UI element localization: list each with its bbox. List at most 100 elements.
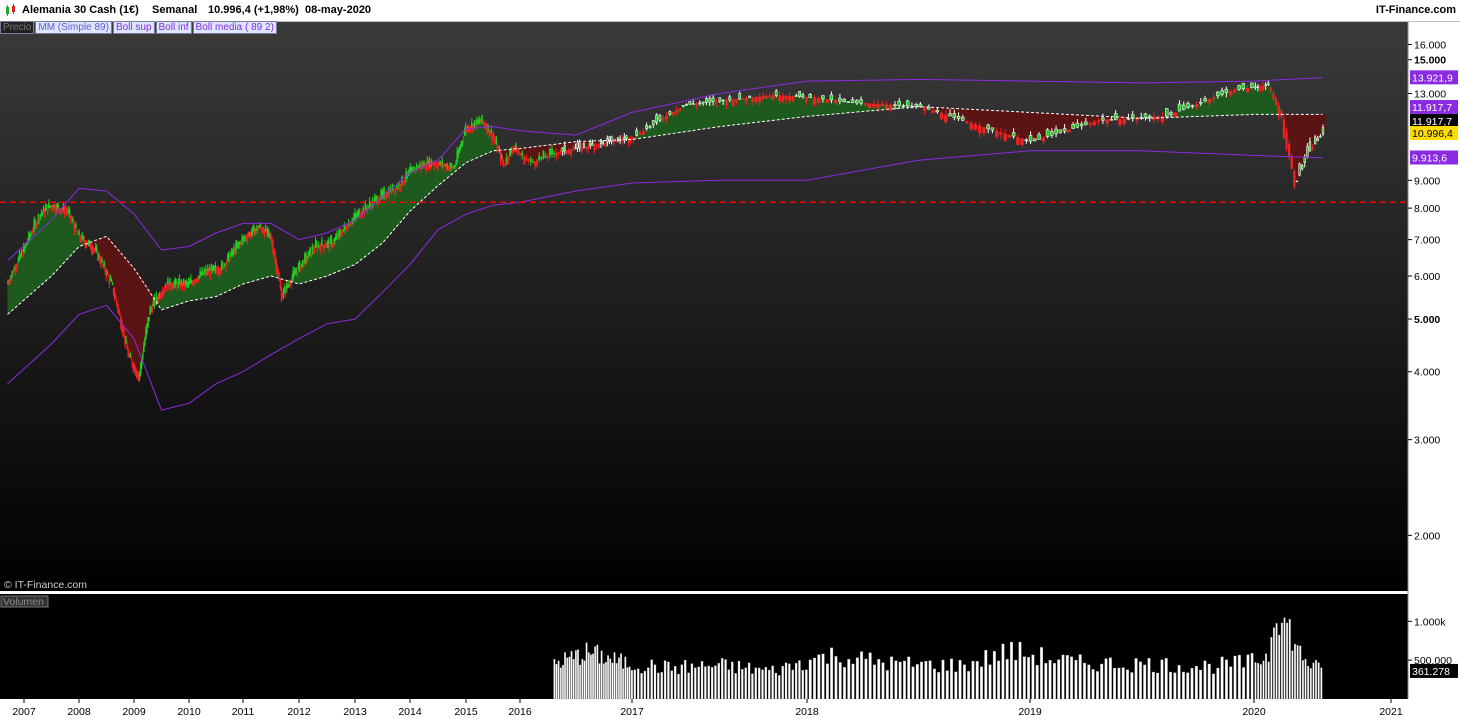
candle-body: [1267, 82, 1270, 85]
candle-body: [1101, 117, 1105, 121]
candle-body: [578, 141, 581, 149]
candle-body: [281, 295, 284, 298]
area-fill: [684, 104, 689, 132]
area-fill: [747, 97, 752, 124]
area-fill: [980, 109, 986, 128]
candle-body: [313, 248, 316, 251]
candle-body: [969, 122, 973, 130]
candle-body: [257, 227, 259, 231]
volume-bar: [650, 659, 653, 700]
candle-body: [175, 281, 178, 285]
candle-body: [1207, 98, 1212, 104]
candle-body: [734, 99, 738, 102]
candle-body: [247, 235, 250, 237]
candle-body: [229, 257, 231, 262]
candle-body: [791, 96, 795, 102]
volume-bar: [1083, 662, 1086, 700]
legend-precio[interactable]: Precio: [0, 21, 35, 34]
candle-body: [661, 118, 665, 120]
candle-body: [576, 142, 579, 149]
volume-bar: [920, 661, 924, 700]
x-tick-label: 2019: [1018, 706, 1042, 718]
y-tick-label: 9.000: [1414, 175, 1440, 187]
candle-body: [240, 242, 242, 246]
volume-bar: [1275, 623, 1278, 700]
area-fill: [1240, 88, 1246, 115]
y-tick-label: 5.000: [1414, 314, 1440, 326]
volume-bar: [1035, 665, 1039, 700]
candle-body: [580, 147, 583, 152]
volume-bar: [660, 672, 663, 700]
x-tick-label: 2008: [67, 706, 91, 718]
candle-body: [914, 104, 918, 107]
volume-bar: [626, 667, 629, 700]
candle-body: [658, 115, 662, 121]
candle-body: [250, 232, 253, 234]
candle-body: [1233, 89, 1237, 92]
candle-body: [328, 243, 331, 249]
candle-body: [279, 282, 282, 288]
candle-body: [501, 159, 504, 163]
area-fill: [584, 141, 588, 147]
candle-body: [728, 96, 732, 101]
candle-body: [846, 101, 851, 103]
candle-body: [897, 100, 901, 106]
candle-body: [812, 97, 817, 105]
candle-body: [876, 103, 880, 109]
price-tag-boll_media: 11.917,7: [1412, 102, 1452, 114]
legend-boll-media[interactable]: Boll media ( 89 2): [192, 21, 277, 34]
candle-body: [1295, 180, 1299, 183]
volume-bar: [559, 667, 562, 700]
area-fill: [1218, 94, 1223, 116]
x-tick-label: 2011: [232, 706, 255, 718]
candle-body: [114, 295, 117, 299]
candle-body: [101, 260, 103, 263]
volume-bar: [607, 655, 610, 700]
candle-body: [259, 223, 261, 227]
candle-body: [161, 291, 164, 296]
volume-bar: [577, 649, 579, 700]
volume-bar: [928, 660, 932, 700]
volume-bar: [1296, 645, 1299, 700]
candle-body: [635, 130, 639, 136]
candle-body: [850, 99, 855, 103]
candle-body: [591, 143, 594, 146]
volume-bar: [838, 662, 842, 700]
volume-bar: [1061, 654, 1065, 700]
candle-body: [918, 103, 923, 107]
candle-body: [111, 283, 114, 285]
candle-body: [97, 253, 99, 261]
candle-body: [274, 253, 276, 260]
volume-bar: [1010, 641, 1013, 700]
volume-bar: [647, 667, 650, 700]
candle-body: [561, 147, 564, 152]
volume-bar: [630, 670, 633, 700]
candle-body: [944, 114, 948, 123]
legend-boll-sup[interactable]: Boll sup: [112, 21, 155, 34]
candle-body: [1045, 129, 1050, 137]
legend-mm[interactable]: MM (Simple 89): [35, 21, 112, 34]
candle-body: [774, 90, 778, 96]
volume-bar: [602, 663, 605, 700]
volume-bar: [1301, 660, 1304, 700]
candle-body: [867, 103, 872, 108]
candle-body: [499, 153, 502, 162]
volume-bar: [598, 663, 601, 700]
volume-bar: [643, 670, 647, 700]
candle-body: [426, 159, 429, 165]
volume-bar: [877, 659, 881, 700]
x-tick-label: 2009: [122, 706, 146, 718]
candle-body: [493, 137, 496, 141]
legend-boll-inf[interactable]: Boll inf: [155, 21, 192, 34]
x-tick-label: 2014: [398, 706, 422, 718]
volume-bar: [941, 659, 945, 700]
candle-body: [986, 124, 990, 130]
candle-body: [1173, 112, 1178, 117]
x-tick-label: 2021: [1379, 706, 1403, 718]
candle-body: [1228, 90, 1233, 96]
candle-body: [1126, 118, 1131, 120]
volume-bar: [1224, 659, 1228, 700]
candle-body: [884, 104, 889, 109]
candle-body: [495, 140, 498, 144]
volume-bar: [774, 672, 778, 700]
